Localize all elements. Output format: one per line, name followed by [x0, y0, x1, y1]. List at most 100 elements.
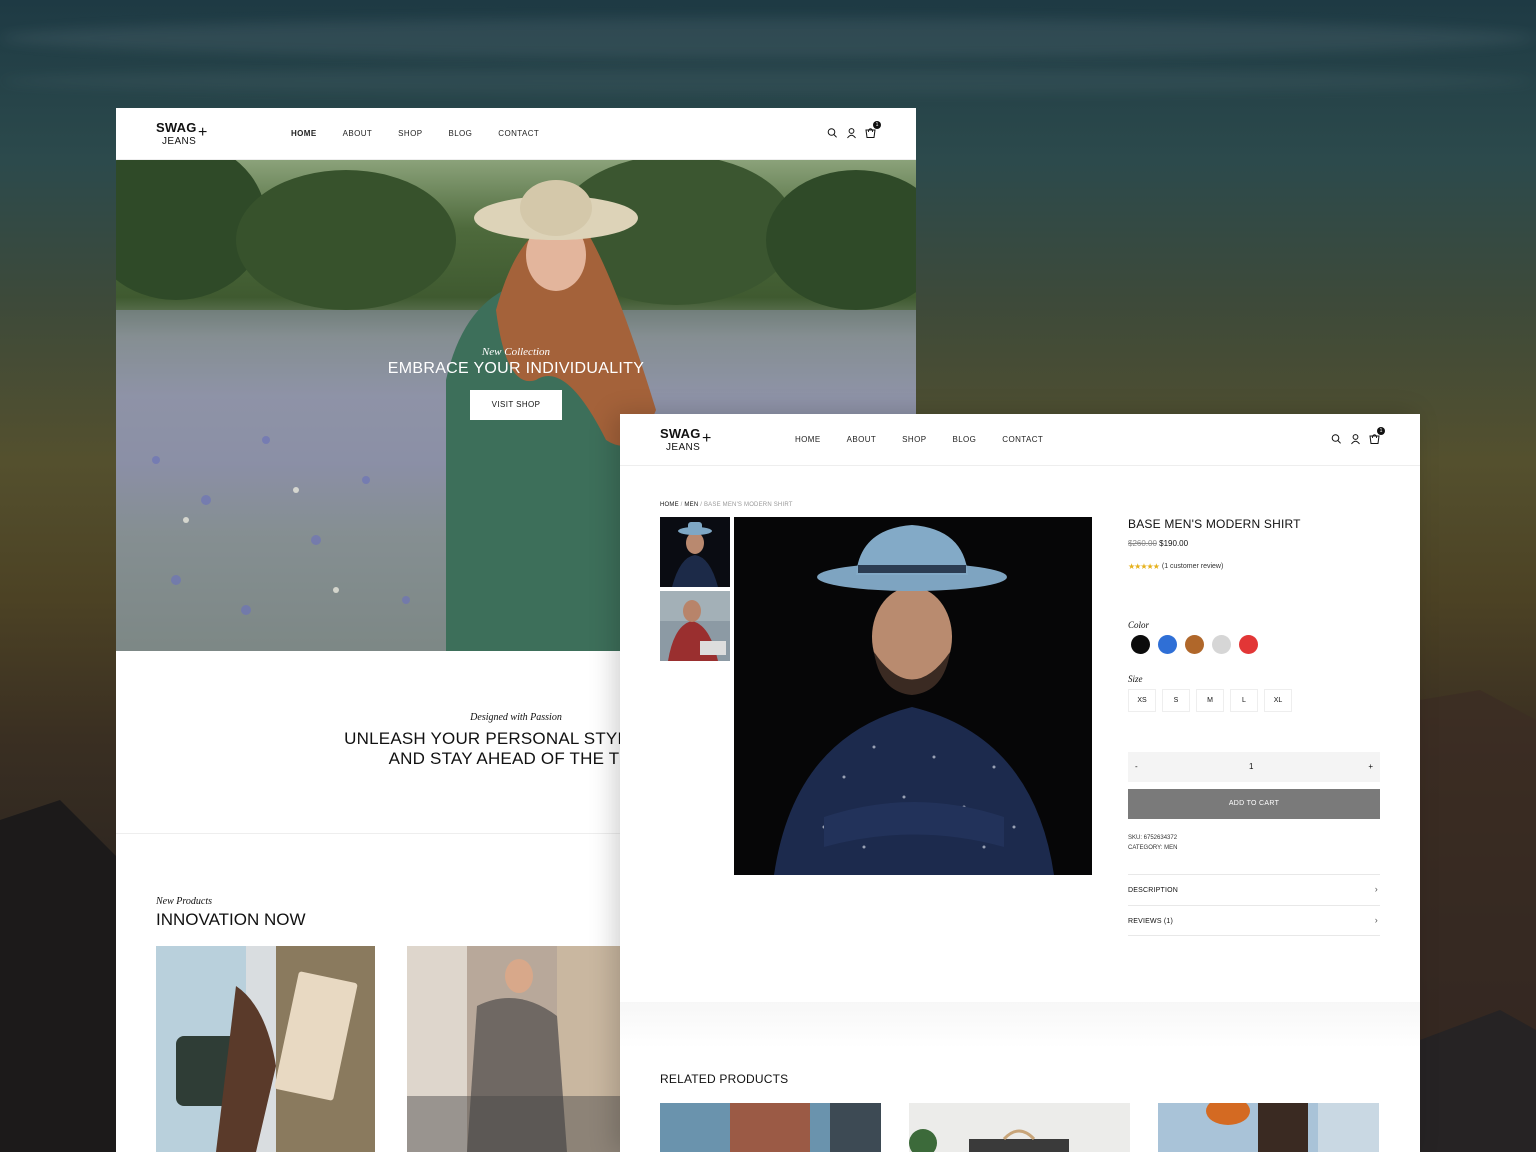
related-product-image [909, 1129, 1069, 1152]
description-label: DESCRIPTION [1128, 887, 1179, 894]
nav-about[interactable]: ABOUT [343, 129, 373, 138]
thumbnail-image-flannel [660, 591, 730, 661]
nav-contact[interactable]: CONTACT [1002, 435, 1043, 444]
cart-icon[interactable]: 1 [1369, 427, 1385, 444]
new-products-kicker: New Products [156, 896, 213, 907]
size-label: Size [1128, 674, 1143, 684]
product-image-suit [407, 946, 626, 1152]
user-icon[interactable] [846, 126, 857, 139]
cart-count-badge: 1 [1377, 427, 1385, 435]
gallery-thumbnail[interactable] [660, 591, 730, 661]
product-sku: SKU: 6752634372 [1128, 835, 1178, 841]
nav-contact[interactable]: CONTACT [498, 129, 539, 138]
quantity-input[interactable]: 1 [1249, 762, 1253, 771]
logo-text-jeans: JEANS [666, 442, 701, 453]
cart-count-badge: 1 [873, 121, 881, 129]
brand-logo[interactable]: SWAG + JEANS [156, 120, 216, 150]
cart-icon[interactable]: 1 [865, 121, 881, 138]
logo-plus: + [198, 124, 208, 141]
gallery-thumbnail[interactable] [660, 517, 730, 587]
related-product-card[interactable] [909, 1103, 1130, 1152]
product-meta: SKU: 6752634372 CATEGORY: MEN [1128, 833, 1177, 853]
size-l-button[interactable]: L [1230, 689, 1258, 712]
product-photo-man-in-hat [774, 525, 1054, 875]
product-category: CATEGORY: MEN [1128, 845, 1178, 851]
color-option: Color [1128, 620, 1258, 654]
quantity-increase-button[interactable]: + [1368, 762, 1373, 771]
nav-shop[interactable]: SHOP [902, 435, 926, 444]
color-swatch-grey[interactable] [1212, 635, 1231, 654]
brand-logo[interactable]: SWAG + JEANS [660, 426, 720, 456]
color-label: Color [1128, 620, 1150, 630]
new-products-title: INNOVATION NOW [156, 910, 306, 929]
chevron-right-icon: › [1374, 915, 1378, 925]
quantity-decrease-button[interactable]: - [1135, 762, 1138, 771]
product-rating: ★★★★★ (1 customer review) [1128, 562, 1380, 571]
size-s-button[interactable]: S [1162, 689, 1190, 712]
reviews-label: REVIEWS (1) [1128, 918, 1173, 925]
site-header: SWAG + JEANS HOME ABOUT SHOP BLOG CONTAC… [620, 414, 1420, 466]
related-products-title: RELATED PRODUCTS [660, 1072, 789, 1086]
old-price: $260.00 [1128, 539, 1157, 548]
main-nav: HOME ABOUT SHOP BLOG CONTACT [291, 129, 565, 138]
nav-blog[interactable]: BLOG [448, 129, 472, 138]
hero-copy: New Collection EMBRACE YOUR INDIVIDUALIT… [116, 346, 916, 420]
reviews-link[interactable]: (1 customer review) [1162, 563, 1223, 570]
nav-about[interactable]: ABOUT [847, 435, 877, 444]
product-price: $260.00 $190.00 [1128, 539, 1380, 548]
related-product-image [730, 1103, 881, 1152]
breadcrumb-current: BASE MEN'S MODERN SHIRT [703, 502, 793, 508]
logo-plus: + [702, 430, 712, 447]
thumbnail-image-hat [672, 522, 718, 587]
related-product-image [1206, 1103, 1379, 1152]
related-product-card[interactable] [1158, 1103, 1379, 1152]
main-nav: HOME ABOUT SHOP BLOG CONTACT [795, 435, 1069, 444]
product-page-window: SWAG + JEANS HOME ABOUT SHOP BLOG CONTAC… [620, 414, 1420, 1152]
color-swatches [1128, 635, 1258, 654]
logo-text-swag: SWAG [156, 120, 197, 135]
size-option: Size XS S M L XL [1128, 674, 1292, 712]
color-swatch-black[interactable] [1131, 635, 1150, 654]
product-image-clutch [156, 946, 375, 1152]
chevron-right-icon: › [1374, 884, 1378, 894]
product-title: BASE MEN'S MODERN SHIRT [1128, 517, 1301, 531]
logo-text-swag: SWAG [660, 426, 701, 441]
size-xl-button[interactable]: XL [1264, 689, 1292, 712]
related-product-card[interactable] [660, 1103, 881, 1152]
size-m-button[interactable]: M [1196, 689, 1224, 712]
current-price: $190.00 [1159, 539, 1189, 548]
search-icon[interactable] [827, 126, 838, 138]
color-swatch-brown[interactable] [1185, 635, 1204, 654]
size-xs-button[interactable]: XS [1128, 689, 1156, 712]
main-product-image [734, 517, 1092, 875]
nav-shop[interactable]: SHOP [398, 129, 422, 138]
new-products-heading: New Products INNOVATION NOW [156, 896, 306, 930]
star-rating-icon: ★★★★★ [1128, 562, 1160, 571]
nav-home[interactable]: HOME [291, 129, 317, 138]
reviews-accordion[interactable]: REVIEWS (1) › [1128, 905, 1380, 936]
breadcrumb-home[interactable]: HOME [660, 502, 679, 508]
product-card[interactable] [407, 946, 626, 1152]
search-icon[interactable] [1331, 432, 1342, 444]
breadcrumb: HOME / MEN / BASE MEN'S MODERN SHIRT [660, 502, 793, 508]
add-to-cart-button[interactable]: ADD TO CART [1128, 789, 1380, 819]
section-fade [620, 1002, 1420, 1048]
product-card[interactable] [156, 946, 375, 1152]
quantity-stepper: - 1 + [1128, 752, 1380, 782]
breadcrumb-men[interactable]: MEN [684, 502, 698, 508]
color-swatch-red[interactable] [1239, 635, 1258, 654]
hero-title: EMBRACE YOUR INDIVIDUALITY [387, 360, 645, 377]
nav-home[interactable]: HOME [795, 435, 821, 444]
product-info-panel: BASE MEN'S MODERN SHIRT $260.00 $190.00 … [1128, 517, 1380, 936]
logo-text-jeans: JEANS [162, 136, 197, 147]
visit-shop-button[interactable]: VISIT SHOP [470, 390, 562, 420]
nav-blog[interactable]: BLOG [952, 435, 976, 444]
hero-kicker: New Collection [481, 346, 551, 358]
site-header: SWAG + JEANS HOME ABOUT SHOP BLOG CONTAC… [116, 108, 916, 160]
description-accordion[interactable]: DESCRIPTION › [1128, 874, 1380, 905]
user-icon[interactable] [1350, 432, 1361, 445]
color-swatch-blue[interactable] [1158, 635, 1177, 654]
size-buttons: XS S M L XL [1128, 689, 1292, 712]
header-icons: 1 [1331, 427, 1385, 445]
header-icons: 1 [827, 121, 881, 139]
